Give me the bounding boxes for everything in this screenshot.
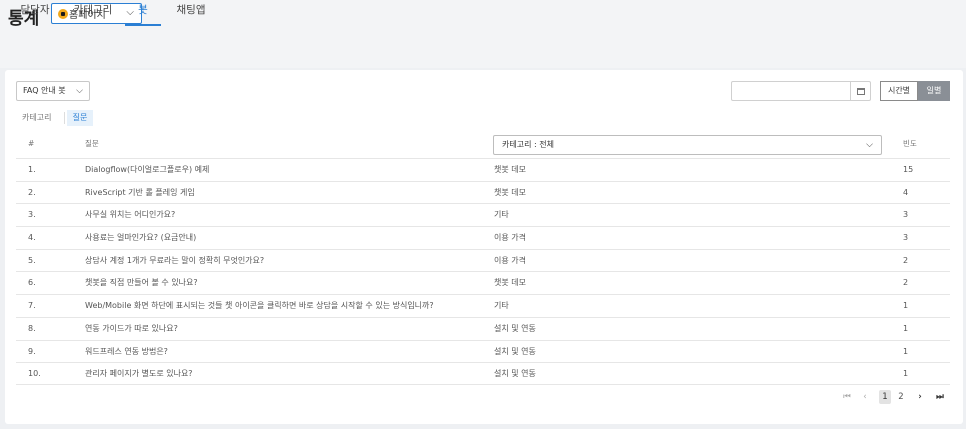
- category-filter-value: 카테고리 : 전체: [502, 140, 554, 149]
- row-count: 1: [903, 323, 909, 333]
- table-row[interactable]: 6. 챗봇을 직접 만들어 볼 수 있나요? 챗봇 데모 2: [16, 271, 950, 294]
- bot-select-value: FAQ 안내 봇: [23, 86, 66, 95]
- row-number: 6.: [28, 278, 36, 288]
- row-question: 관리자 페이지가 별도로 있나요?: [85, 369, 193, 379]
- row-number: 5.: [28, 255, 36, 265]
- column-header-question: 질문: [85, 139, 99, 148]
- table-row[interactable]: 5. 상담사 계정 1개가 무료라는 말이 정확히 무엇인가요? 이용 가격 2: [16, 248, 950, 272]
- date-range-input[interactable]: [731, 81, 871, 101]
- table-row[interactable]: 4. 사용료는 얼마인가요? (요금안내) 이용 가격 3: [16, 226, 950, 249]
- table-row[interactable]: 7. Web/Mobile 화면 하단에 표시되는 것들 챗 아이콘을 클릭하면…: [16, 294, 950, 317]
- subtab-divider: [64, 112, 65, 124]
- row-count: 2: [903, 255, 909, 265]
- row-category: 챗봇 데모: [494, 278, 526, 288]
- row-count: 4: [903, 187, 909, 197]
- row-count: 1: [903, 369, 909, 379]
- row-question: 사무실 위치는 어디인가요?: [85, 210, 176, 220]
- row-number: 2.: [28, 187, 36, 197]
- row-category: 설치 및 연동: [494, 369, 536, 379]
- row-question: 챗봇을 직접 만들어 볼 수 있나요?: [85, 278, 198, 288]
- row-category: 이용 가격: [494, 233, 526, 243]
- table-row[interactable]: 1. Dialogflow(다이얼로그플로우) 예제 챗봇 데모 15: [16, 158, 950, 181]
- chevron-down-icon: ⌵: [76, 86, 83, 96]
- row-question: 사용료는 얼마인가요? (요금안내): [85, 233, 197, 243]
- row-number: 1.: [28, 165, 36, 174]
- question-table: 1. Dialogflow(다이얼로그플로우) 예제 챗봇 데모 15 2. R…: [16, 158, 950, 385]
- row-count: 2: [903, 278, 909, 288]
- home-icon: [58, 8, 68, 19]
- category-filter-select[interactable]: 카테고리 : 전체 ⌵: [493, 135, 882, 155]
- prev-page-icon[interactable]: ‹: [860, 390, 870, 404]
- last-page-icon[interactable]: ⏭: [934, 390, 946, 404]
- daily-toggle[interactable]: 일별: [918, 81, 950, 101]
- tab-category[interactable]: 카테고리: [72, 0, 114, 26]
- page-1-button[interactable]: 1: [879, 390, 891, 404]
- row-question: 연동 가이드가 따로 있나요?: [85, 323, 178, 333]
- subtab-category[interactable]: 카테고리: [22, 110, 51, 126]
- row-question: Web/Mobile 화면 하단에 표시되는 것들 챗 아이콘을 클릭하면 바로…: [85, 301, 434, 311]
- row-question: Dialogflow(다이얼로그플로우) 예제: [85, 165, 210, 174]
- row-count: 15: [903, 165, 914, 174]
- row-category: 설치 및 연동: [494, 346, 536, 356]
- subtab-question[interactable]: 질문: [67, 110, 93, 126]
- row-number: 3.: [28, 210, 36, 220]
- column-header-no: #: [28, 139, 35, 148]
- row-category: 챗봇 데모: [494, 165, 526, 174]
- row-category: 이용 가격: [494, 255, 526, 265]
- calendar-button[interactable]: [850, 82, 870, 100]
- row-question: 워드프레스 연동 방법은?: [85, 346, 168, 356]
- table-row[interactable]: 9. 워드프레스 연동 방법은? 설치 및 연동 1: [16, 339, 950, 363]
- row-number: 9.: [28, 346, 36, 356]
- hourly-toggle[interactable]: 시간별: [880, 81, 918, 101]
- table-row[interactable]: 10. 관리자 페이지가 별도로 있나요? 설치 및 연동 1: [16, 362, 950, 385]
- row-count: 3: [903, 210, 909, 220]
- row-question: 상담사 계정 1개가 무료라는 말이 정확히 무엇인가요?: [85, 255, 265, 265]
- next-page-icon[interactable]: ›: [914, 390, 926, 404]
- row-count: 3: [903, 233, 909, 243]
- row-number: 4.: [28, 233, 36, 243]
- row-number: 10.: [28, 369, 41, 379]
- chevron-down-icon: ⌵: [866, 140, 873, 150]
- tab-agent[interactable]: 담당자: [20, 0, 50, 26]
- first-page-icon[interactable]: ⏮: [842, 390, 852, 404]
- column-header-count: 빈도: [903, 139, 917, 148]
- row-number: 8.: [28, 323, 36, 333]
- row-category: 설치 및 연동: [494, 323, 536, 333]
- row-category: 기타: [494, 210, 509, 220]
- table-row[interactable]: 8. 연동 가이드가 따로 있나요? 설치 및 연동 1: [16, 316, 950, 340]
- row-category: 챗봇 데모: [494, 187, 526, 197]
- row-category: 기타: [494, 301, 509, 311]
- row-count: 1: [903, 346, 909, 356]
- table-row[interactable]: 2. RiveScript 기반 롤 플레잉 게임 챗봇 데모 4: [16, 180, 950, 204]
- row-question: RiveScript 기반 롤 플레잉 게임: [85, 187, 195, 197]
- bot-select[interactable]: FAQ 안내 봇 ⌵: [16, 81, 90, 101]
- tab-chat-app[interactable]: 채팅앱: [174, 0, 208, 26]
- row-number: 7.: [28, 301, 36, 311]
- tab-bot[interactable]: 봇: [125, 0, 161, 26]
- table-row[interactable]: 3. 사무실 위치는 어디인가요? 기타 3: [16, 203, 950, 226]
- calendar-icon: [856, 87, 865, 95]
- row-count: 1: [903, 301, 909, 311]
- page-2-button[interactable]: 2: [896, 390, 906, 404]
